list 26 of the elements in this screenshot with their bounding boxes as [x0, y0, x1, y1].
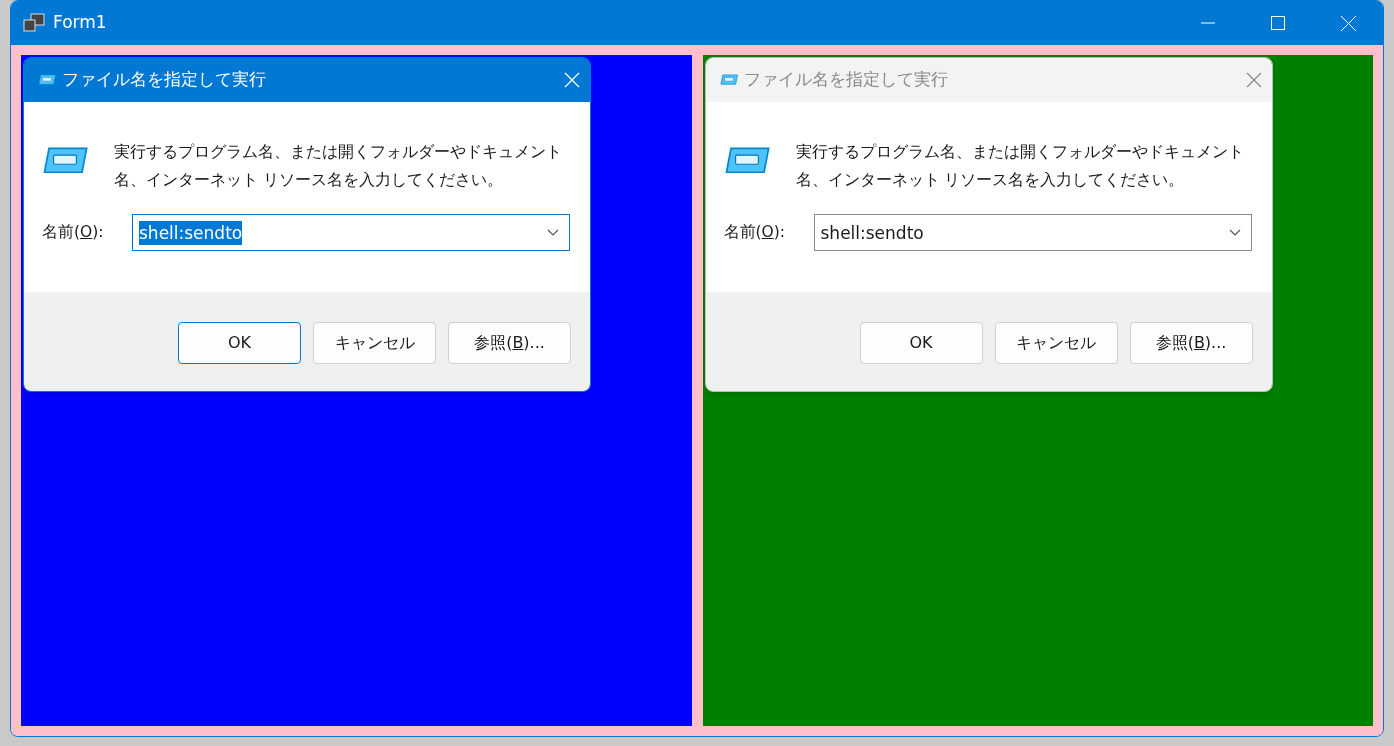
dialog-title: ファイル名を指定して実行 [62, 68, 266, 92]
run-icon [719, 74, 738, 86]
close-icon [1340, 15, 1356, 31]
command-combo-box[interactable]: shell:sendto [132, 214, 570, 251]
close-icon[interactable] [1245, 72, 1262, 88]
dialog-button[interactable]: キャンセル [994, 322, 1118, 364]
dialog-button[interactable]: 参照(B)... [1129, 322, 1253, 364]
chevron-down-icon[interactable] [1228, 228, 1241, 237]
maximize-icon [1271, 16, 1285, 30]
dialog-message: 実行するプログラム名、または開くフォルダーやドキュメント名、インターネット リソース名を入力してください。 [114, 142, 563, 191]
dialog-button[interactable]: OK [859, 322, 983, 364]
name-label: 名前(O): [42, 221, 105, 243]
run-icon [38, 74, 56, 86]
command-combo-box[interactable]: shell:sendto [813, 214, 1252, 251]
app-windows-icon [23, 13, 45, 33]
chevron-down-icon[interactable] [547, 228, 559, 237]
minimize-icon [1201, 22, 1215, 24]
dialog-button[interactable]: OK [178, 322, 301, 364]
run-icon [42, 146, 88, 175]
name-label: 名前(O): [723, 221, 787, 243]
window-title: Form1 [53, 11, 107, 35]
run-icon [723, 146, 770, 175]
dialog-button[interactable]: 参照(B)... [448, 322, 571, 364]
dialog-message: 実行するプログラム名、または開くフォルダーやドキュメント名、インターネット リソース名を入力してください。 [795, 142, 1245, 191]
dialog-button[interactable]: キャンセル [313, 322, 436, 364]
dialog-title: ファイル名を指定して実行 [743, 68, 948, 92]
